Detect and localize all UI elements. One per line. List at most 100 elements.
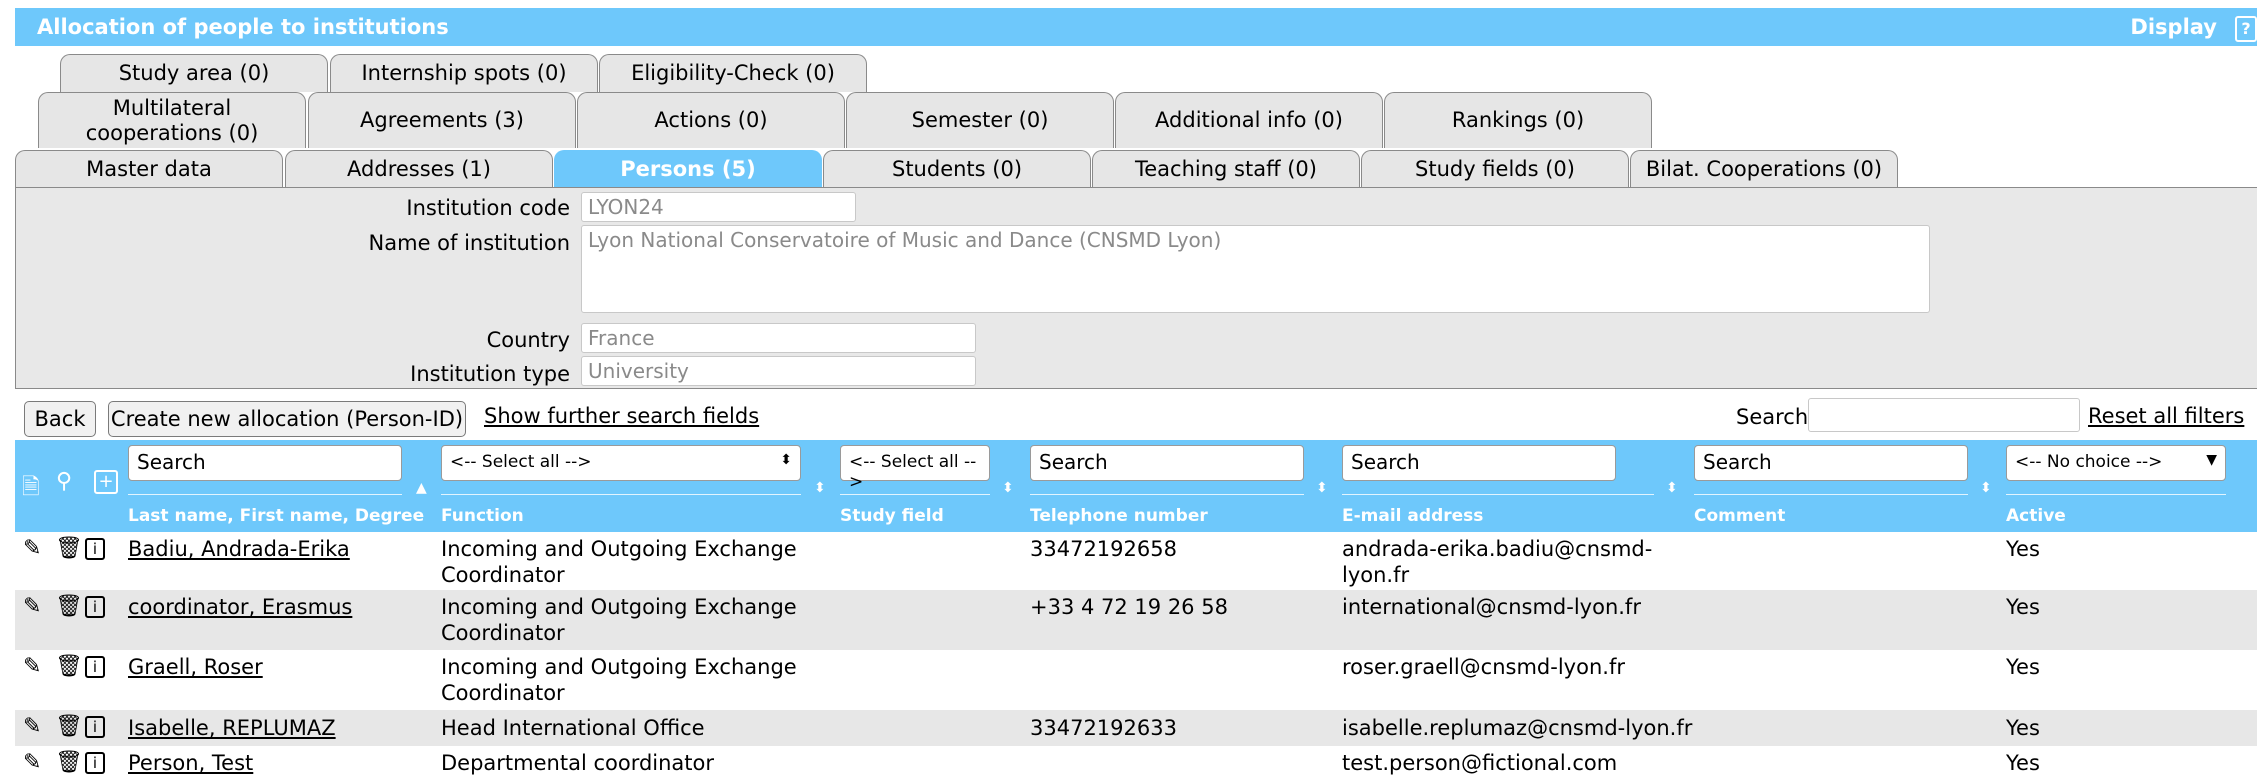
- tab-addresses[interactable]: Addresses (1): [285, 150, 553, 188]
- sort-phone-icon[interactable]: ⬍: [1316, 480, 1328, 496]
- sort-study-field-icon[interactable]: ⬍: [1002, 480, 1014, 496]
- export-icon[interactable]: 🗎: [22, 470, 40, 508]
- back-button[interactable]: Back: [24, 401, 96, 437]
- tab-internship-spots[interactable]: Internship spots (0): [330, 54, 598, 92]
- edit-icon[interactable]: ✎: [23, 716, 41, 738]
- phone-text: 33472192658: [1030, 537, 1177, 561]
- email-filter-underline: [1342, 494, 1654, 495]
- col-phone[interactable]: Telephone number: [1030, 506, 1208, 526]
- tab-students[interactable]: Students (0): [823, 150, 1091, 188]
- delete-icon[interactable]: 🗑: [55, 596, 83, 618]
- function-text: Head International Office: [441, 716, 705, 740]
- phone-text: 33472192633: [1030, 716, 1177, 740]
- person-name-link[interactable]: Graell, Roser: [128, 654, 263, 680]
- col-comment[interactable]: Comment: [1694, 506, 1785, 526]
- function-select[interactable]: <-- Select all --> ⬍: [441, 445, 801, 481]
- tab-master-data[interactable]: Master data: [15, 150, 283, 188]
- study-field-select[interactable]: <-- Select all -->: [840, 445, 990, 492]
- country-field[interactable]: France: [581, 323, 976, 353]
- delete-icon[interactable]: 🗑: [55, 656, 83, 678]
- email-text: test.person@fictional.com: [1342, 751, 1618, 775]
- tab-semester[interactable]: Semester (0): [846, 92, 1114, 148]
- info-icon[interactable]: i: [85, 716, 105, 738]
- person-name-link[interactable]: Isabelle, REPLUMAZ: [128, 715, 336, 741]
- phone-filter-underline: [1030, 494, 1304, 495]
- edit-icon[interactable]: ✎: [23, 538, 41, 560]
- edit-icon[interactable]: ✎: [23, 752, 41, 774]
- function-text: Coordinator: [441, 681, 565, 705]
- comment-filter-underline: [1694, 494, 1968, 495]
- institution-name-field[interactable]: Lyon National Conservatoire of Music and…: [581, 225, 1930, 313]
- active-text: Yes: [2006, 595, 2040, 619]
- email-search-input[interactable]: Search: [1342, 445, 1616, 481]
- table-row: ✎ 🗑 i Badiu, Andrada-Erika Incoming and …: [15, 532, 2257, 590]
- active-text: Yes: [2006, 716, 2040, 740]
- search-icon[interactable]: ⚲: [56, 469, 72, 494]
- display-link[interactable]: Display: [2130, 15, 2217, 39]
- sort-email-icon[interactable]: ⬍: [1666, 480, 1678, 496]
- tab-additional-info[interactable]: Additional info (0): [1115, 92, 1383, 148]
- function-text: Coordinator: [441, 563, 565, 587]
- title-bar: Allocation of people to institutions Dis…: [15, 8, 2257, 46]
- email-text: andrada-erika.badiu@cnsmd-: [1342, 537, 1653, 561]
- create-allocation-button[interactable]: Create new allocation (Person-ID): [108, 401, 466, 437]
- tab-study-area[interactable]: Study area (0): [60, 54, 328, 92]
- function-text: Coordinator: [441, 621, 565, 645]
- person-name-link[interactable]: coordinator, Erasmus: [128, 594, 352, 620]
- info-icon[interactable]: i: [85, 538, 105, 560]
- institution-name-label: Name of institution: [368, 231, 570, 255]
- active-text: Yes: [2006, 751, 2040, 775]
- tab-multilateral-cooperations[interactable]: Multilateral cooperations (0): [38, 92, 306, 148]
- person-name-link[interactable]: Badiu, Andrada-Erika: [128, 536, 350, 562]
- tab-actions[interactable]: Actions (0): [577, 92, 845, 148]
- institution-code-label: Institution code: [406, 196, 570, 220]
- function-text: Incoming and Outgoing Exchange: [441, 537, 797, 561]
- edit-icon[interactable]: ✎: [23, 656, 41, 678]
- global-search-input[interactable]: [1808, 398, 2080, 432]
- reset-filters-link[interactable]: Reset all filters: [2088, 404, 2244, 428]
- tab-bilat-cooperations[interactable]: Bilat. Cooperations (0): [1630, 150, 1898, 188]
- page-title: Allocation of people to institutions: [37, 15, 449, 39]
- add-icon[interactable]: +: [94, 470, 118, 494]
- sort-name-icon[interactable]: ▲: [416, 480, 427, 496]
- show-further-search-link[interactable]: Show further search fields: [484, 404, 759, 428]
- active-text: Yes: [2006, 537, 2040, 561]
- table-row: ✎ 🗑 i Isabelle, REPLUMAZ Head Internatio…: [15, 710, 2257, 746]
- delete-icon[interactable]: 🗑: [55, 752, 83, 774]
- tab-rankings[interactable]: Rankings (0): [1384, 92, 1652, 148]
- col-active[interactable]: Active: [2006, 506, 2066, 526]
- delete-icon[interactable]: 🗑: [55, 538, 83, 560]
- info-icon[interactable]: i: [85, 752, 105, 774]
- email-text: lyon.fr: [1342, 563, 1410, 587]
- function-text: Departmental coordinator: [441, 751, 715, 775]
- info-icon[interactable]: i: [85, 656, 105, 678]
- function-text: Incoming and Outgoing Exchange: [441, 595, 797, 619]
- phone-search-input[interactable]: Search: [1030, 445, 1304, 481]
- person-name-link[interactable]: Person, Test: [128, 750, 253, 776]
- tab-study-fields[interactable]: Study fields (0): [1361, 150, 1629, 188]
- institution-type-field[interactable]: University: [581, 356, 976, 386]
- info-icon[interactable]: i: [85, 596, 105, 618]
- col-study-field[interactable]: Study field: [840, 506, 944, 526]
- sort-function-icon[interactable]: ⬍: [814, 480, 826, 496]
- col-name[interactable]: Last name, First name, Degree: [128, 506, 424, 526]
- edit-icon[interactable]: ✎: [23, 596, 41, 618]
- function-text: Incoming and Outgoing Exchange: [441, 655, 797, 679]
- help-icon[interactable]: ?: [2235, 16, 2257, 42]
- email-text: isabelle.replumaz@cnsmd-lyon.fr: [1342, 716, 1693, 740]
- active-select[interactable]: <-- No choice --> ▼: [2006, 445, 2226, 481]
- comment-search-input[interactable]: Search: [1694, 445, 1968, 481]
- tab-teaching-staff[interactable]: Teaching staff (0): [1092, 150, 1360, 188]
- table-row: ✎ 🗑 i Graell, Roser Incoming and Outgoin…: [15, 650, 2257, 710]
- name-search-input[interactable]: Search: [128, 445, 402, 481]
- active-filter-underline: [2006, 494, 2226, 495]
- sort-comment-icon[interactable]: ⬍: [1980, 480, 1992, 496]
- col-function[interactable]: Function: [441, 506, 524, 526]
- delete-icon[interactable]: 🗑: [55, 716, 83, 738]
- tab-agreements[interactable]: Agreements (3): [308, 92, 576, 148]
- tab-persons[interactable]: Persons (5): [554, 150, 822, 188]
- institution-code-field[interactable]: LYON24: [581, 192, 856, 222]
- col-email[interactable]: E-mail address: [1342, 506, 1483, 526]
- phone-text: +33 4 72 19 26 58: [1030, 595, 1228, 619]
- tab-eligibility-check[interactable]: Eligibility-Check (0): [599, 54, 867, 92]
